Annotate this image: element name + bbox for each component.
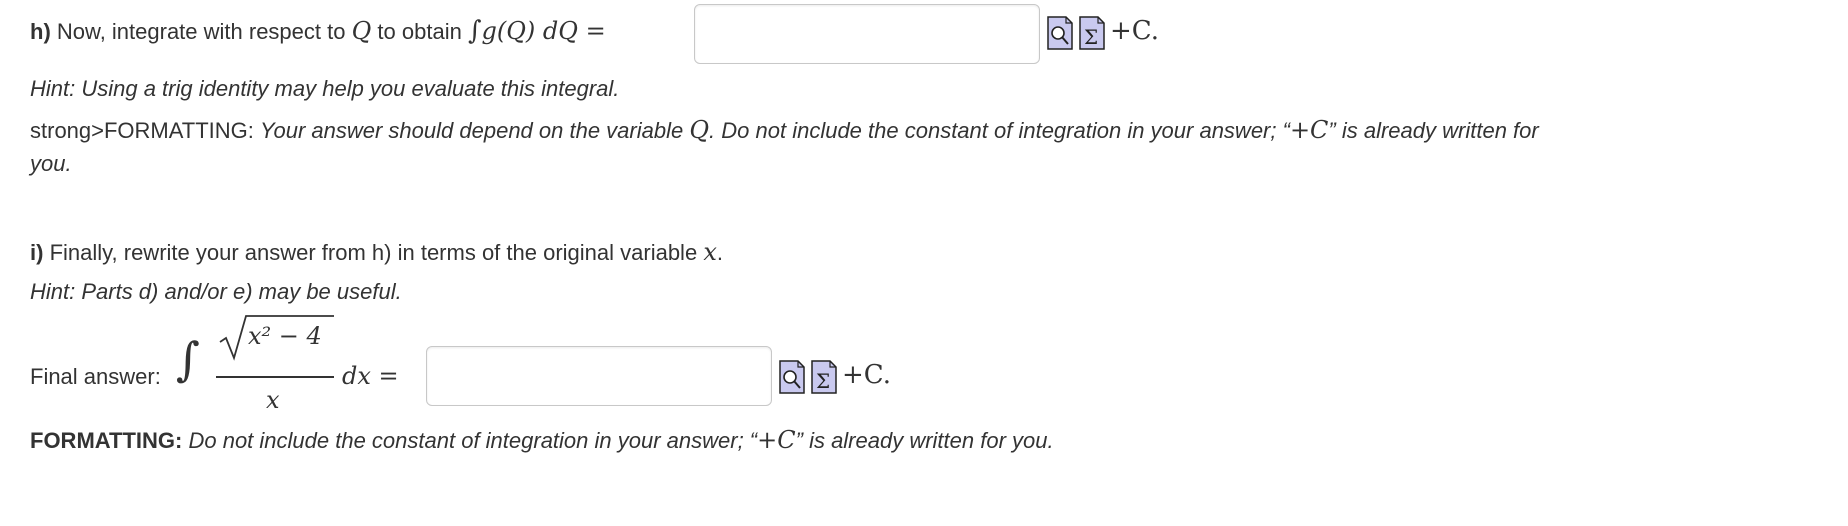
svg-text:Σ: Σ	[816, 369, 830, 393]
final-denominator: x	[266, 386, 280, 414]
part-h-formatting-plusc: +C	[1289, 116, 1329, 144]
part-i-label: i)	[30, 240, 44, 265]
part-h-formatting-text-c: ” is already written for	[1328, 118, 1539, 143]
equation-editor-icon[interactable]: Σ	[810, 360, 838, 394]
part-i-formatting-label: FORMATTING:	[30, 428, 183, 453]
part-i-var: x	[703, 238, 717, 266]
part-i-question: i) Finally, rewrite your answer from h) …	[30, 238, 723, 266]
part-i-formatting-plusc: +C	[757, 426, 796, 454]
part-h-obtain: to obtain	[377, 19, 462, 44]
part-h-formatting-text-b: . Do not include the constant of integra…	[709, 118, 1290, 143]
part-i-answer-input[interactable]	[426, 346, 772, 406]
part-i-plus-c: +C.	[842, 360, 892, 390]
fraction-bar	[216, 376, 334, 378]
final-answer-label: Final answer:	[30, 364, 161, 389]
part-h-question: h) Now, integrate with respect to Q to o…	[30, 16, 606, 46]
final-dx: dx =	[342, 362, 399, 390]
part-h-label: h)	[30, 19, 51, 44]
integral-symbol: ∫	[467, 16, 482, 46]
part-h-formatting-text-a: Your answer should depend on the variabl…	[260, 118, 684, 143]
part-i-formatting-text-b: ” is already written for you.	[795, 428, 1054, 453]
part-i-hint: Hint: Parts d) and/or e) may be useful.	[30, 279, 402, 304]
final-integral-symbol: ∫	[176, 332, 200, 386]
part-h-formatting-line2: you.	[30, 151, 72, 176]
part-h-answer-input[interactable]	[694, 4, 1040, 64]
part-h-var: Q	[351, 17, 372, 45]
part-h-prompt: Now, integrate with respect to	[56, 19, 346, 44]
part-i-prompt: Finally, rewrite your answer from h) in …	[49, 240, 698, 265]
part-i-period: .	[716, 240, 723, 265]
part-h-integral-expr: g(Q) dQ =	[481, 17, 606, 45]
part-h-formatting: strong>FORMATTING: Your answer should de…	[30, 116, 1539, 144]
equation-editor-icon[interactable]: Σ	[1078, 16, 1106, 50]
preview-icon[interactable]	[1046, 16, 1074, 50]
svg-text:Σ: Σ	[1084, 25, 1098, 49]
part-h-plus-c: +C.	[1110, 16, 1160, 46]
part-i-formatting: FORMATTING: Do not include the constant …	[30, 426, 1054, 454]
part-h-hint: Hint: Using a trig identity may help you…	[30, 76, 620, 101]
part-i-formatting-text-a: Do not include the constant of integrati…	[188, 428, 758, 453]
part-h-formatting-prefix: strong>FORMATTING:	[30, 118, 254, 143]
final-numerator: x² − 4	[248, 322, 322, 350]
part-h-formatting-var: Q	[689, 116, 710, 144]
preview-icon[interactable]	[778, 360, 806, 394]
